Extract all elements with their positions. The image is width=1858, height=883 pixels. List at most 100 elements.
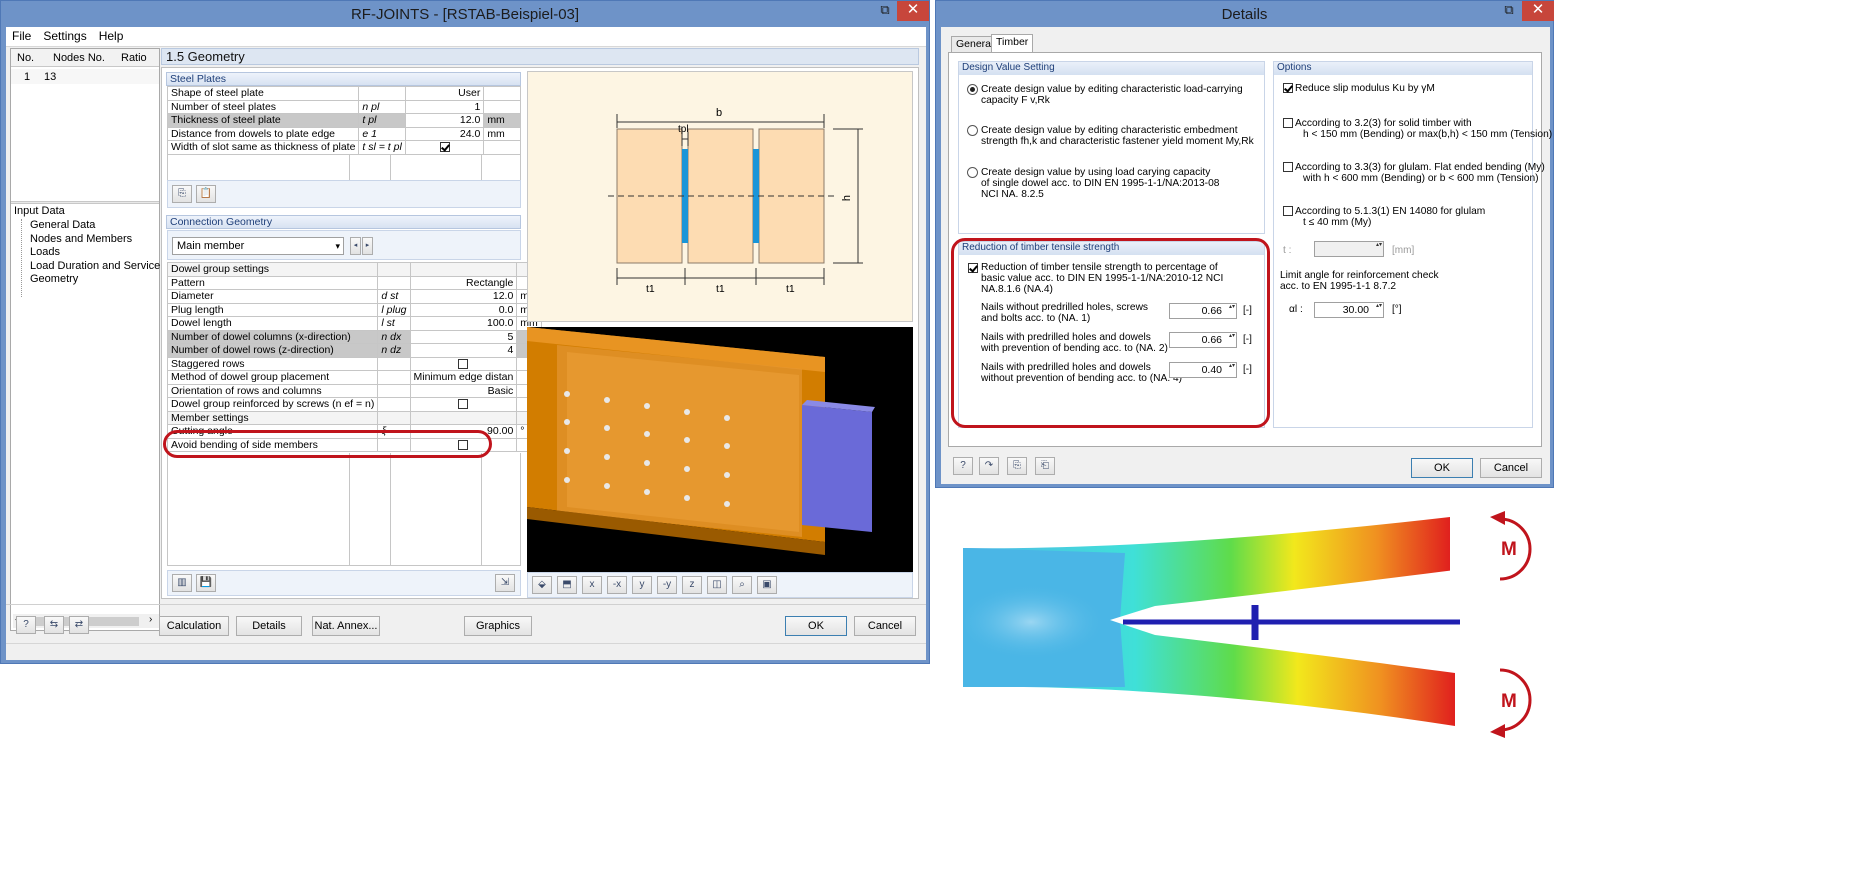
cell-value[interactable]: Minimum edge distan (409, 370, 518, 385)
table-row[interactable]: Width of slot same as thickness of plate… (166, 140, 521, 155)
col-ratio-header: Ratio (121, 52, 147, 64)
option2-checkbox[interactable] (1283, 162, 1293, 173)
cell-value[interactable] (409, 397, 518, 412)
table-row[interactable]: Shape of steel plate User (166, 86, 521, 101)
table-row[interactable]: Dowel length l st 100.0 mm (166, 316, 542, 331)
export-icon[interactable]: ⇲ (495, 574, 515, 592)
alpha-input[interactable]: 30.00 (1314, 302, 1384, 318)
table-row[interactable]: Distance from dowels to plate edge e 1 24.… (166, 126, 521, 141)
help-icon[interactable]: ? (953, 457, 973, 475)
cell-value[interactable]: 1 (404, 99, 485, 114)
restore-icon[interactable]: ⧉ (871, 1, 899, 21)
checkbox[interactable] (458, 358, 469, 369)
table-row[interactable]: Orientation of rows and columns Basic (166, 383, 542, 398)
view-y-icon[interactable]: y (632, 576, 652, 594)
cell-value[interactable]: 12.0 (404, 113, 485, 128)
calculation-button[interactable]: Calculation (159, 616, 229, 636)
details-ok-button[interactable]: OK (1411, 458, 1473, 478)
table-row[interactable]: Staggered rows (166, 356, 542, 371)
save-icon[interactable]: 💾 (196, 574, 216, 592)
tree-item-loads[interactable]: Loads (30, 246, 60, 258)
cancel-button[interactable]: Cancel (854, 616, 916, 636)
checkbox[interactable] (439, 142, 450, 153)
t-input[interactable] (1314, 241, 1384, 257)
library-icon[interactable]: ▥ (172, 574, 192, 592)
close-icon[interactable]: ✕ (897, 1, 929, 21)
paste-icon[interactable]: 📋 (196, 185, 216, 203)
import-icon[interactable]: ⇆ (44, 616, 64, 634)
cell-value[interactable] (409, 262, 518, 277)
table-row[interactable]: Member settings (166, 410, 542, 425)
3d-view[interactable] (527, 327, 913, 572)
scroll-right-icon[interactable]: › (149, 614, 152, 625)
radio-single-dowel[interactable] (967, 167, 978, 178)
table-row[interactable]: Diameterd st12.0mm (166, 289, 542, 304)
view-z-icon[interactable]: z (682, 576, 702, 594)
cell-value[interactable] (409, 356, 518, 371)
radio-load-carrying[interactable] (967, 84, 978, 95)
view-iso-icon[interactable]: ⬙ (532, 576, 552, 594)
export-data-icon[interactable]: ⇄ (69, 616, 89, 634)
cell-value[interactable]: 5 (409, 329, 518, 344)
option-embedment-line1: Create design value by editing character… (981, 125, 1238, 136)
tree-root-input-data[interactable]: Input Data (14, 205, 65, 217)
zoom-icon[interactable]: ⌕ (732, 576, 752, 594)
tree-item-general-data[interactable]: General Data (30, 219, 95, 231)
cell-value[interactable]: 4 (409, 343, 518, 358)
cell-value[interactable]: 24.0 (404, 126, 485, 141)
paste-settings-icon[interactable]: ⎗ (1035, 457, 1055, 475)
cell-value[interactable]: Rectangle (409, 275, 518, 290)
table-row[interactable]: Number of dowel columns (x-direction) n d… (166, 329, 542, 344)
previous-member-icon[interactable]: ◂ (350, 237, 361, 255)
view-x-icon[interactable]: x (582, 576, 602, 594)
reset-icon[interactable]: ↷ (979, 457, 999, 475)
cell-value[interactable] (404, 140, 485, 155)
table-row[interactable]: Plug lengthl plug0.0mm (166, 302, 542, 317)
table-row[interactable]: Pattern Rectangle (166, 275, 542, 290)
table-row[interactable]: Number of dowel rows (z-direction) n dz 4 (166, 343, 542, 358)
view-minus-y-icon[interactable]: -y (657, 576, 677, 594)
view-render-icon[interactable]: ▣ (757, 576, 777, 594)
option1-line1: According to 3.2(3) for solid timber wit… (1295, 118, 1472, 129)
cell-value[interactable]: Basic (409, 383, 518, 398)
graphics-button[interactable]: Graphics (464, 616, 532, 636)
table-row[interactable]: Dowel group reinforced by screws (n ef =… (166, 397, 542, 412)
copy-icon[interactable]: ⎘ (172, 185, 192, 203)
help-icon[interactable]: ? (16, 616, 36, 634)
table-row[interactable]: 1 13 (11, 69, 159, 84)
close-icon[interactable]: ✕ (1522, 1, 1554, 21)
view-front-icon[interactable]: ⬒ (557, 576, 577, 594)
checkbox[interactable] (458, 399, 469, 410)
cell-value[interactable]: User (404, 86, 485, 101)
details-cancel-button[interactable]: Cancel (1480, 458, 1542, 478)
view-wireframe-icon[interactable]: ◫ (707, 576, 727, 594)
table-row[interactable]: Method of dowel group placement Minimum e… (166, 370, 542, 385)
option3-checkbox[interactable] (1283, 206, 1293, 217)
details-button[interactable]: Details (236, 616, 302, 636)
cell-value[interactable]: 100.0 (409, 316, 518, 331)
tab-timber[interactable]: Timber (991, 34, 1034, 53)
table-row[interactable]: Dowel group settings (166, 262, 542, 277)
menu-settings[interactable]: Settings (37, 27, 92, 46)
cell-value[interactable] (409, 410, 518, 425)
member-select[interactable]: Main member ▾ (172, 237, 344, 255)
restore-icon[interactable]: ⧉ (1495, 1, 1523, 21)
tree-item-nodes-members[interactable]: Nodes and Members (30, 233, 132, 245)
menu-help[interactable]: Help (93, 27, 130, 46)
tree-item-geometry[interactable]: Geometry (30, 273, 78, 285)
option1-checkbox[interactable] (1283, 118, 1293, 129)
ok-button[interactable]: OK (785, 616, 847, 636)
nat-annex-button[interactable]: Nat. Annex... (312, 616, 380, 636)
cell-label: Distance from dowels to plate edge (166, 126, 360, 141)
moment-label-bottom: M (1501, 691, 1517, 712)
table-row[interactable]: Thickness of steel plate t pl 12.0 mm (166, 113, 521, 128)
cell-value[interactable]: 12.0 (409, 289, 518, 304)
table-row[interactable]: Number of steel plates n pl 1 (166, 99, 521, 114)
cell-value[interactable]: 0.0 (409, 302, 518, 317)
menu-file[interactable]: File (6, 27, 37, 46)
view-minus-x-icon[interactable]: -x (607, 576, 627, 594)
next-member-icon[interactable]: ▸ (362, 237, 373, 255)
reduce-slip-checkbox[interactable] (1283, 83, 1293, 94)
copy-settings-icon[interactable]: ⎘ (1007, 457, 1027, 475)
radio-embedment[interactable] (967, 125, 978, 136)
